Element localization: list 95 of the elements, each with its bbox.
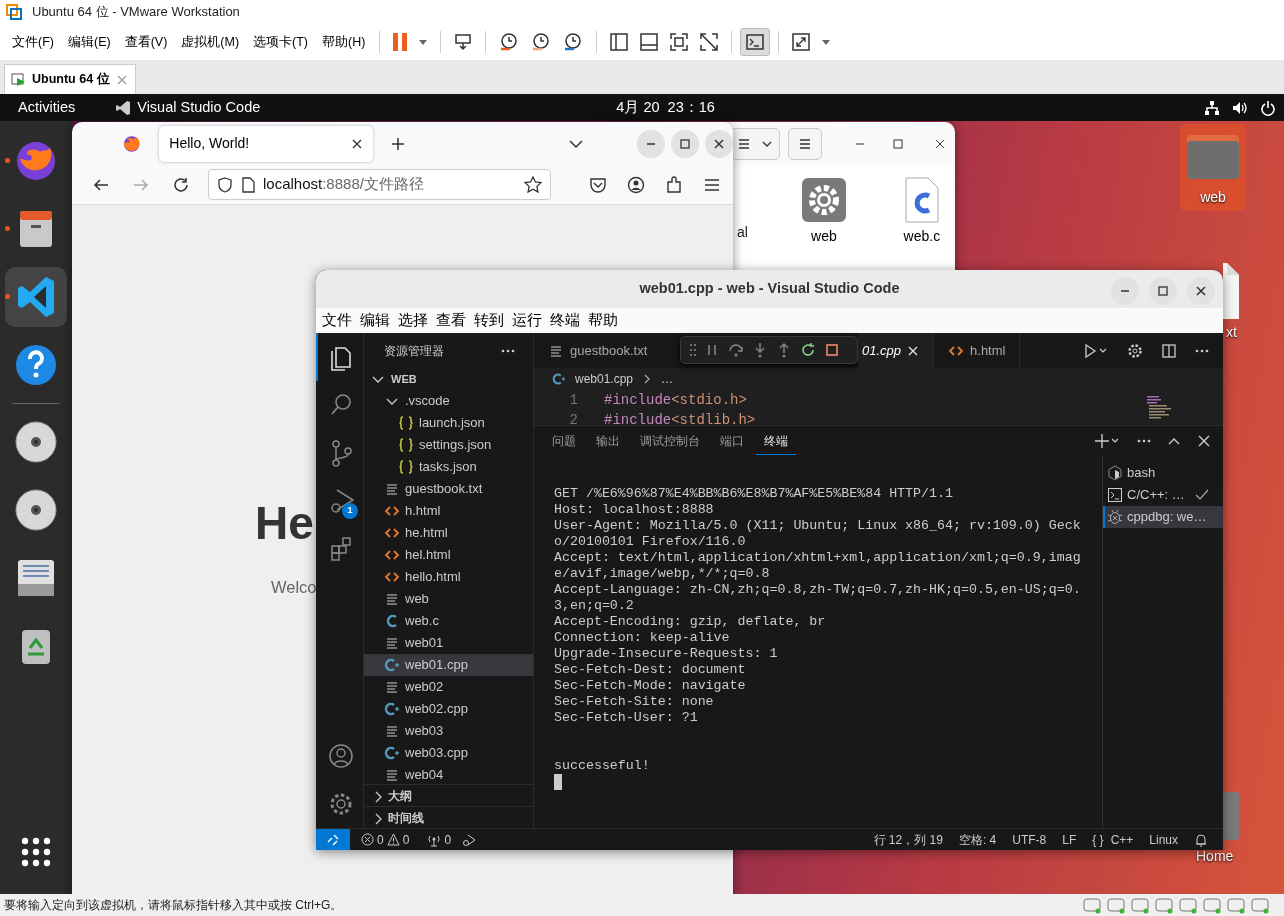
code-line: #include<stdio.h> <box>604 390 747 410</box>
browser-tab[interactable]: Hello, World! <box>159 125 373 162</box>
menu-item[interactable]: 编辑 <box>356 309 394 332</box>
encoding-status[interactable]: UTF-8 <box>1007 830 1052 849</box>
line-number: 2 <box>568 410 578 425</box>
file-item[interactable]: web04 <box>364 764 533 784</box>
ports-status[interactable]: 0 <box>422 830 457 849</box>
file-item[interactable]: tasks.json <box>364 456 533 478</box>
terminal-line: Sec-Fetch-Site: none <box>554 694 714 710</box>
section-header[interactable]: 大纲 <box>364 784 533 806</box>
count-badge: 1 <box>342 503 358 519</box>
page-text: Welco <box>271 576 317 598</box>
menu-item[interactable]: 选项卡(T) <box>247 29 315 55</box>
editor-tab[interactable]: 01.cpp <box>858 333 935 368</box>
platform-status[interactable]: Linux <box>1144 830 1183 849</box>
clock[interactable]: 4月 20 23：16 <box>610 95 721 120</box>
terminal-line: Accept: text/html,application/xhtml+xml,application/xml;q=0.9,imag <box>554 550 1081 566</box>
file-item[interactable]: web02 <box>364 676 533 698</box>
terminal-line: Accept-Encoding: gzip, deflate, br <box>554 614 826 630</box>
menu-item[interactable]: 查看 <box>432 309 470 332</box>
page-heading: He <box>255 498 314 549</box>
terminal-line: Upgrade-Insecure-Requests: 1 <box>554 646 778 662</box>
panel-title: 资源管理器 <box>384 342 444 360</box>
app-menu-button[interactable]: Visual Studio Code <box>109 95 267 120</box>
terminal-line: Accept-Language: zh-CN,zh;q=0.8,zh-TW;q=0.7,zh-HK;q=0.5,en-US;q=0. <box>554 582 1081 598</box>
terminal-line: Sec-Fetch-User: ?1 <box>554 710 698 726</box>
panel-tab[interactable]: 问题 <box>544 427 584 455</box>
terminal-line: o/20100101 Firefox/116.0 <box>554 534 746 550</box>
folder-item[interactable]: .vscode <box>364 390 533 412</box>
file-item[interactable]: web02.cpp <box>364 698 533 720</box>
breadcrumb-item[interactable]: web01.cpp <box>570 370 639 388</box>
file-item[interactable]: web.c <box>891 175 952 248</box>
file-item[interactable]: web01 <box>364 632 533 654</box>
menu-item[interactable]: 选择 <box>394 309 432 332</box>
desktop-icon[interactable]: web <box>1180 124 1246 211</box>
run-debug-button[interactable]: 1 <box>316 477 364 525</box>
menu-item[interactable]: 文件(F) <box>6 29 60 55</box>
file-item[interactable]: web03.cpp <box>364 742 533 764</box>
file-item[interactable]: hello.html <box>364 566 533 588</box>
file-item[interactable]: h.html <box>364 500 533 522</box>
panel-tab[interactable]: 输出 <box>588 427 628 455</box>
section-header[interactable]: 时间线 <box>364 806 533 828</box>
file-item[interactable]: web <box>793 175 854 248</box>
menu-item[interactable]: 终端 <box>546 309 584 332</box>
window-title: Ubuntu 64 位 - VMware Workstation <box>32 3 240 22</box>
terminal-line: successeful! <box>554 758 650 774</box>
line-ending-status[interactable]: LF <box>1057 830 1082 849</box>
code-line: #include<stdlib.h> <box>604 410 756 425</box>
terminal-tab[interactable]: bash <box>1103 462 1223 484</box>
status-message: 要将输入定向到该虚拟机，请将鼠标指针移入其中或按 Ctrl+G。 <box>4 897 343 914</box>
address-field[interactable]: localhost:8888/文件路径 <box>208 169 551 200</box>
file-item[interactable]: launch.json <box>364 412 533 434</box>
indentation-status[interactable]: 空格: 4 <box>953 830 1002 849</box>
file-item[interactable]: he.html <box>364 522 533 544</box>
panel-tab[interactable]: 端口 <box>712 427 752 455</box>
file-item[interactable]: guestbook.txt <box>364 478 533 500</box>
file-item[interactable]: web03 <box>364 720 533 742</box>
terminal-line: Host: localhost:8888 <box>554 502 714 518</box>
cursor-position[interactable]: 行 12，列 19 <box>868 830 948 849</box>
breadcrumb-item[interactable]: … <box>656 370 679 388</box>
terminal-tab[interactable]: cppdbg: we… <box>1103 506 1223 528</box>
line-number: 1 <box>568 390 578 410</box>
desktop-icon-label[interactable]: xt <box>1226 322 1237 343</box>
language-status[interactable]: { } C++ <box>1087 830 1139 849</box>
desktop-icon-label[interactable]: Home <box>1196 846 1234 867</box>
file-item[interactable]: web <box>364 588 533 610</box>
menu-item[interactable]: 帮助(H) <box>316 29 372 55</box>
menu-item[interactable]: 转到 <box>470 309 508 332</box>
panel-tab[interactable]: 终端 <box>756 427 796 455</box>
menu-item[interactable]: 帮助 <box>584 309 622 332</box>
terminal-line: User-Agent: Mozilla/5.0 (X11; Ubuntu; Linux x86_64; rv:109.0) Geck <box>554 518 1081 534</box>
terminal-line: Sec-Fetch-Dest: document <box>554 662 746 678</box>
menu-item[interactable]: 文件 <box>318 309 356 332</box>
menu-item[interactable]: 运行 <box>508 309 546 332</box>
file-item[interactable]: settings.json <box>364 434 533 456</box>
terminal-line: 3,en;q=0.2 <box>554 598 634 614</box>
file-item[interactable]: web.c <box>364 610 533 632</box>
menu-item[interactable]: 虚拟机(M) <box>175 29 246 55</box>
file-label: al <box>737 223 748 242</box>
folder-item[interactable]: WEB <box>364 368 533 390</box>
problems-status[interactable]: 0 0 <box>356 830 415 849</box>
activities-button[interactable]: Activities <box>12 95 82 120</box>
vm-tab[interactable]: Ubuntu 64 位 <box>4 64 136 94</box>
window-title: web01.cpp - web - Visual Studio Code <box>639 279 900 299</box>
terminal-line: e/avif,image/webp,*/*;q=0.8 <box>554 566 770 582</box>
menu-item[interactable]: 编辑(E) <box>61 29 117 55</box>
terminal-line: Connection: keep-alive <box>554 630 730 646</box>
file-item[interactable]: hel.html <box>364 544 533 566</box>
panel-tab[interactable]: 调试控制台 <box>632 427 708 455</box>
url-text: localhost:8888/文件路径 <box>263 174 424 195</box>
terminal-tab[interactable]: C/C++: … <box>1103 484 1223 506</box>
file-item[interactable]: web01.cpp <box>364 654 533 676</box>
menu-item[interactable]: 查看(V) <box>118 29 174 55</box>
terminal-line: GET /%E6%96%87%E4%BB%B6%E8%B7%AF%E5%BE%84 HTTP/1.1 <box>554 486 953 502</box>
terminal-line: Sec-Fetch-Mode: navigate <box>554 678 746 694</box>
